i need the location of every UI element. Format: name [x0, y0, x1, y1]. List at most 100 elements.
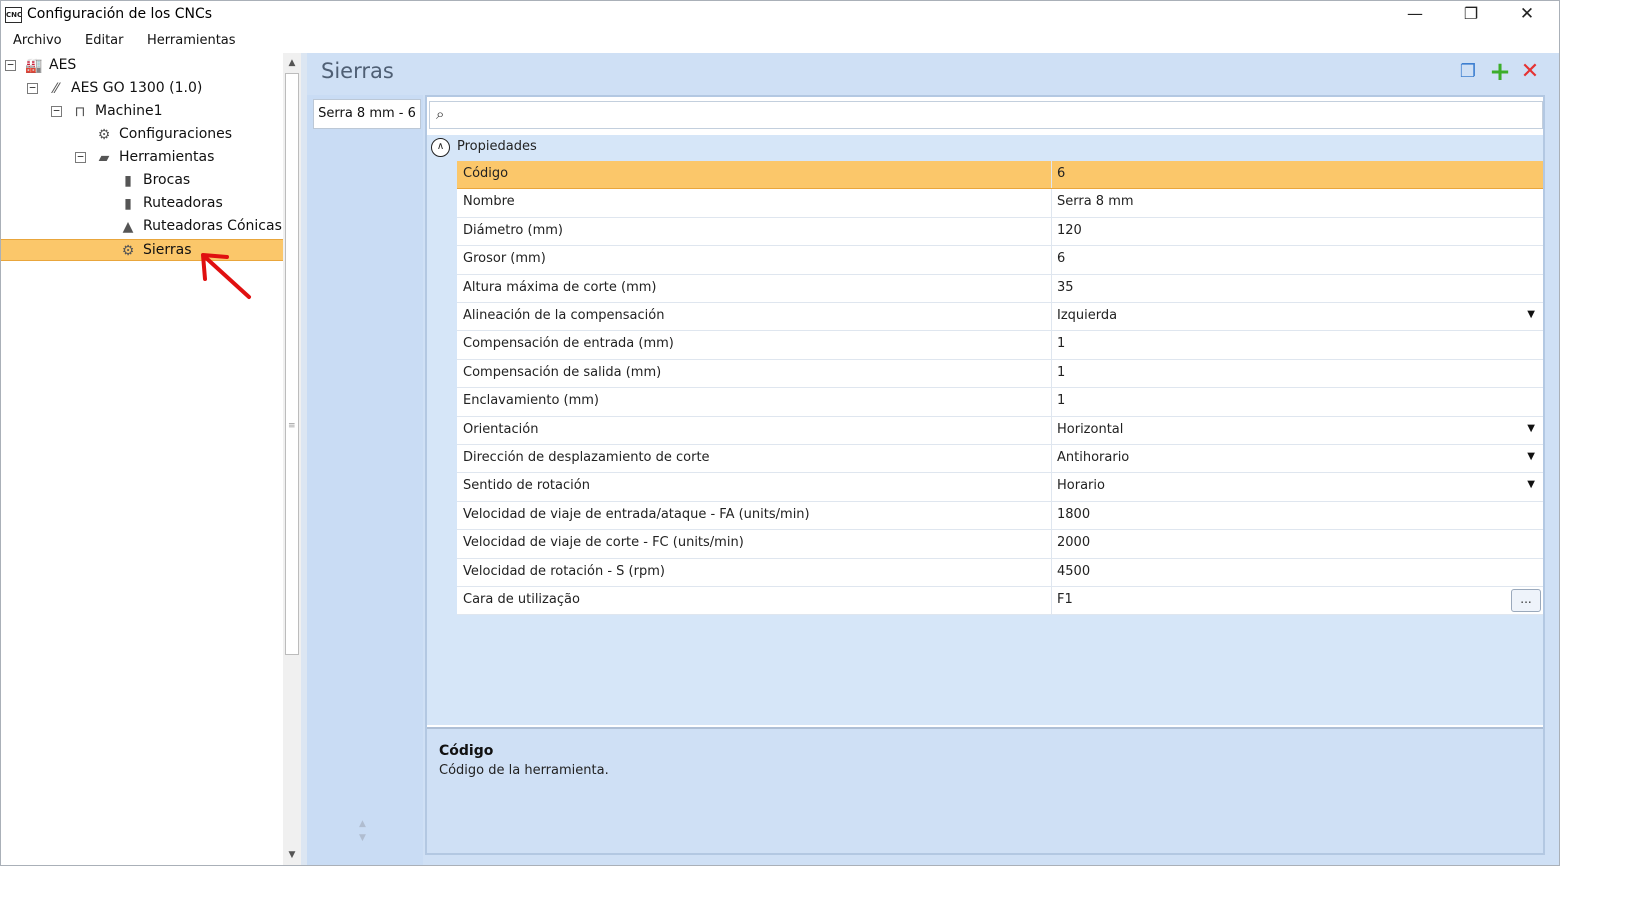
tree-item-ruteadoras-c-nicas[interactable]: ▲ Ruteadoras Cónicas [1, 216, 283, 238]
minimize-button[interactable]: — [1387, 1, 1443, 29]
column-divider[interactable] [1051, 217, 1052, 246]
property-row[interactable]: Enclavamiento (mm) 1 [457, 388, 1543, 417]
delete-icon[interactable]: ✕ [1519, 61, 1541, 83]
dropdown-arrow-icon[interactable]: ▼ [1527, 423, 1535, 434]
factory-icon: 🏭 [25, 58, 43, 74]
dropdown-arrow-icon[interactable]: ▼ [1527, 451, 1535, 462]
scroll-thumb[interactable] [285, 73, 299, 655]
dropdown-arrow-icon[interactable]: ▼ [1527, 309, 1535, 320]
tab-serra-8mm[interactable]: Serra 8 mm - 6 [313, 99, 421, 129]
property-value[interactable]: Horizontal [1057, 422, 1123, 437]
property-row[interactable]: Alineación de la compensación Izquierda ▼ [457, 303, 1543, 332]
close-button[interactable]: ✕ [1499, 1, 1555, 29]
column-divider[interactable] [1051, 501, 1052, 530]
property-value[interactable]: 1 [1057, 393, 1065, 408]
property-value[interactable]: 1800 [1057, 507, 1090, 522]
property-row[interactable]: Compensación de salida (mm) 1 [457, 359, 1543, 389]
column-divider[interactable] [1051, 303, 1052, 331]
tree-scrollbar[interactable]: ▲ ≡ ▼ [283, 53, 301, 865]
property-name: Alineación de la compensación [463, 308, 665, 323]
property-name: Cara de utilização [463, 592, 580, 607]
copy-icon[interactable]: ❐ [1457, 61, 1479, 83]
property-value[interactable]: 120 [1057, 223, 1082, 238]
column-divider[interactable] [1051, 587, 1052, 615]
property-value[interactable]: 1 [1057, 336, 1065, 351]
app-cnc-icon: CNC [5, 7, 22, 23]
scroll-up-arrow-icon[interactable]: ▲ [283, 55, 301, 71]
property-row[interactable]: Compensación de entrada (mm) 1 [457, 331, 1543, 360]
column-divider[interactable] [1051, 530, 1052, 558]
tree-item-herramientas[interactable]: − ▰ Herramientas [1, 147, 283, 169]
property-value[interactable]: Serra 8 mm [1057, 194, 1134, 209]
column-divider[interactable] [1051, 189, 1052, 217]
tree-expander-icon[interactable]: − [5, 59, 16, 71]
tree-item-label: Herramientas [119, 149, 215, 165]
tree-item-label: Ruteadoras Cónicas [143, 218, 282, 234]
tree-item-label: Configuraciones [119, 126, 233, 142]
scroll-down-arrow-icon[interactable]: ▼ [283, 847, 301, 863]
tree-expander-icon[interactable]: − [51, 105, 62, 117]
dropdown-arrow-icon[interactable]: ▼ [1527, 479, 1535, 490]
property-value[interactable]: Antihorario [1057, 450, 1129, 465]
tree-item-aes-go-1300-1-0[interactable]: − ⁄⁄ AES GO 1300 (1.0) [1, 78, 283, 100]
property-row[interactable]: Sentido de rotación Horario ▼ [457, 473, 1543, 502]
property-row[interactable]: Código 6 [457, 161, 1543, 190]
tree-item-aes[interactable]: − 🏭 AES [1, 55, 283, 77]
property-row[interactable]: Orientación Horizontal ▼ [457, 416, 1543, 445]
property-row[interactable]: Nombre Serra 8 mm [457, 189, 1543, 218]
tree-item-machine1[interactable]: − ⊓ Machine1 [1, 101, 283, 123]
ellipsis-button[interactable]: ... [1511, 589, 1541, 612]
category-header[interactable]: ∧ Propiedades [427, 135, 1543, 159]
property-value[interactable]: 2000 [1057, 535, 1090, 550]
tree-expander-icon[interactable]: − [27, 82, 38, 94]
property-value[interactable]: Izquierda [1057, 308, 1117, 323]
property-value[interactable]: 6 [1057, 251, 1065, 266]
tree-item-configuraciones[interactable]: ⚙ Configuraciones [1, 124, 283, 146]
property-row[interactable]: Velocidad de rotación - S (rpm) 4500 [457, 558, 1543, 587]
property-row[interactable]: Diámetro (mm) 120 [457, 217, 1543, 247]
tree-expander-icon[interactable]: − [75, 151, 86, 163]
description-text: Código de la herramienta. [439, 763, 609, 778]
tree-item-label: Brocas [143, 172, 191, 188]
column-divider[interactable] [1051, 416, 1052, 444]
menu-herramientas[interactable]: Herramientas [147, 33, 236, 48]
column-divider[interactable] [1051, 331, 1052, 359]
scroll-grip-icon: ≡ [288, 421, 296, 431]
property-row[interactable]: Altura máxima de corte (mm) 35 [457, 274, 1543, 303]
property-value[interactable]: 1 [1057, 365, 1065, 380]
tabs-scroll-arrows-icon[interactable]: ▲ ▼ [359, 817, 366, 845]
restore-button[interactable]: ❐ [1443, 1, 1499, 29]
search-input[interactable]: ⌕ [429, 101, 1543, 129]
property-row[interactable]: Velocidad de viaje de corte - FC (units/… [457, 530, 1543, 559]
property-value[interactable]: 4500 [1057, 564, 1090, 579]
property-value[interactable]: 35 [1057, 280, 1074, 295]
menu-archivo[interactable]: Archivo [13, 33, 62, 48]
tree-item-ruteadoras[interactable]: ▮ Ruteadoras [1, 193, 283, 215]
column-divider[interactable] [1051, 359, 1052, 388]
property-list: ∧ Propiedades Código 6 Nombre Serra 8 mm Diá… [427, 135, 1543, 725]
menu-bar: Archivo Editar Herramientas [1, 29, 1559, 53]
add-icon[interactable]: + [1489, 59, 1511, 85]
menu-editar[interactable]: Editar [85, 33, 124, 48]
drill-bit-icon: ▮ [124, 173, 132, 189]
property-row[interactable]: Velocidad de viaje de entrada/ataque - F… [457, 501, 1543, 531]
property-row[interactable]: Grosor (mm) 6 [457, 246, 1543, 275]
property-value[interactable]: 6 [1057, 166, 1065, 181]
property-value[interactable]: Horario [1057, 478, 1105, 493]
column-divider[interactable] [1051, 445, 1052, 473]
property-row[interactable]: Dirección de desplazamiento de corte Anti… [457, 445, 1543, 474]
collapse-icon[interactable]: ∧ [431, 138, 450, 157]
column-divider[interactable] [1051, 161, 1052, 189]
column-divider[interactable] [1051, 558, 1052, 586]
conical-bit-icon: ▲ [122, 219, 134, 235]
column-divider[interactable] [1051, 274, 1052, 302]
window-title: Configuración de los CNCs [27, 6, 213, 22]
property-value[interactable]: F1 [1057, 592, 1073, 607]
tree-panel: − 🏭 AES − ⁄⁄ AES GO 1300 (1.0) − ⊓ Machine1 ⚙ Conf… [1, 53, 283, 865]
tree-item-brocas[interactable]: ▮ Brocas [1, 170, 283, 192]
property-row[interactable]: Cara de utilização F1... [457, 587, 1543, 616]
column-divider[interactable] [1051, 246, 1052, 274]
column-divider[interactable] [1051, 473, 1052, 501]
column-divider[interactable] [1051, 388, 1052, 416]
properties-panel: Sierras ❐ + ✕ Serra 8 mm - 6 ▲ ▼ ⌕ ∧ Prop… [307, 53, 1559, 865]
